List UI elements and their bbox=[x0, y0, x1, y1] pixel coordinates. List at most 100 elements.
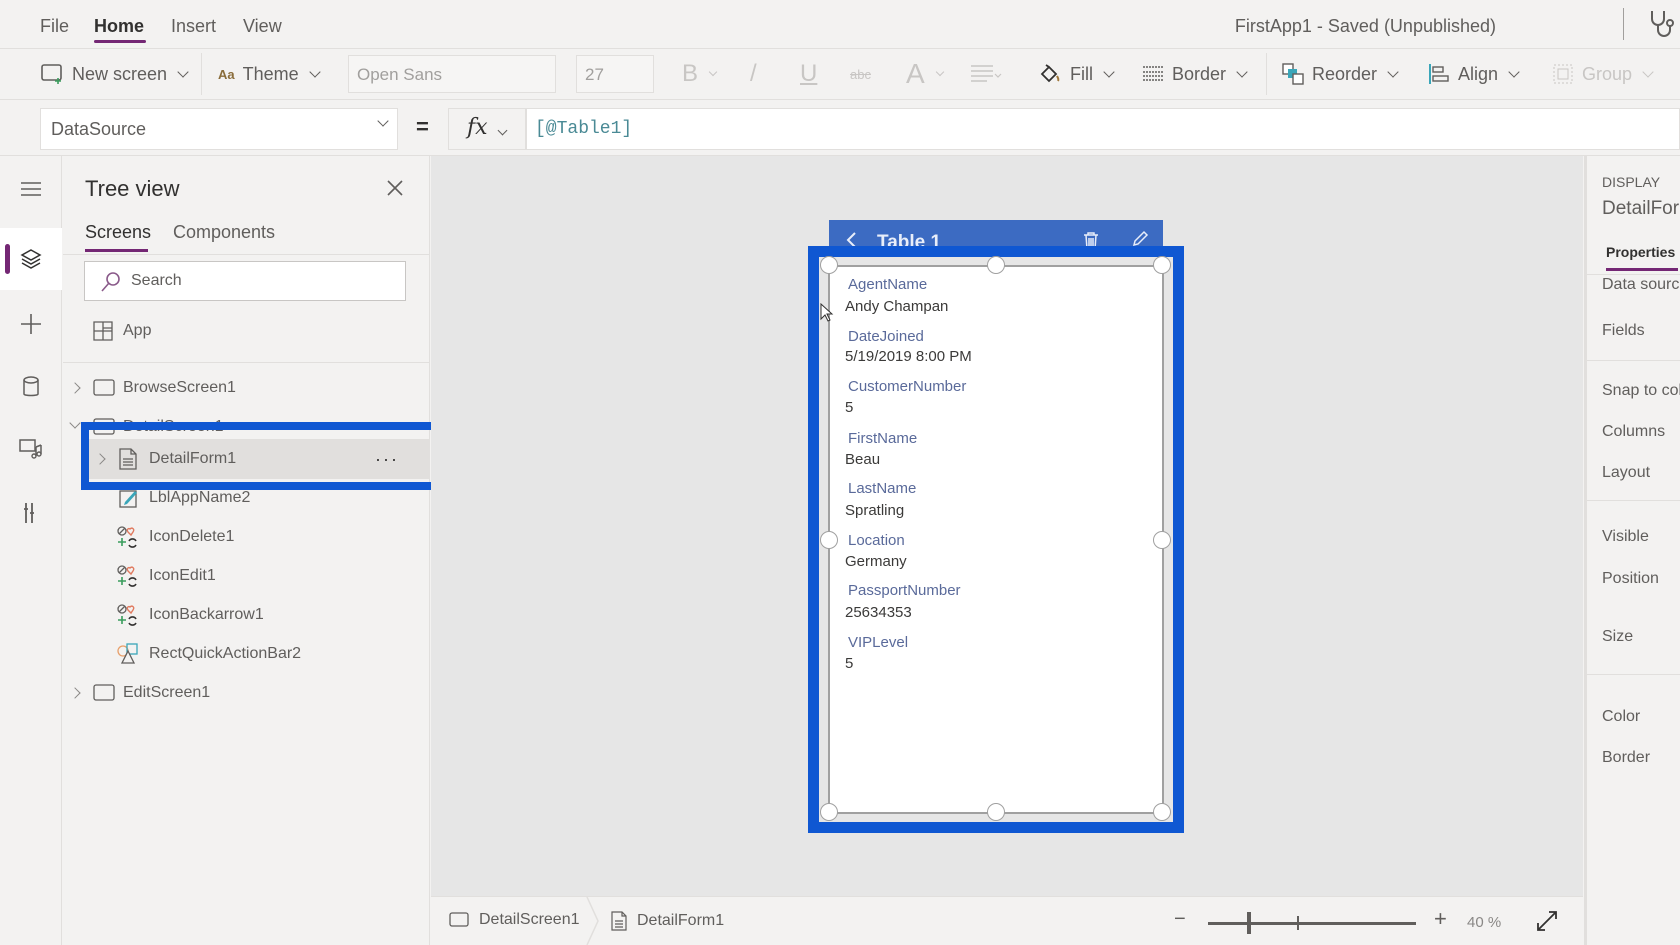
font-family-select[interactable]: Open Sans bbox=[348, 55, 556, 93]
function-button[interactable]: fx bbox=[448, 108, 526, 150]
chevron-down-icon bbox=[1387, 65, 1399, 78]
resize-handle-bottom-left[interactable] bbox=[820, 803, 838, 821]
italic-button[interactable]: / bbox=[750, 49, 757, 99]
chevron-right-icon[interactable] bbox=[69, 382, 81, 394]
group-button[interactable]: Group bbox=[1552, 49, 1654, 99]
tree-item-icondelete1[interactable]: IconDelete1 bbox=[63, 517, 430, 557]
icon-control-icon bbox=[117, 604, 137, 626]
prop-columns[interactable]: Columns bbox=[1602, 423, 1665, 441]
toolbar-divider bbox=[1266, 53, 1267, 95]
border-button[interactable]: Border bbox=[1142, 49, 1248, 99]
border-label: Border bbox=[1172, 63, 1227, 84]
strikethrough-icon: abc bbox=[850, 66, 871, 82]
prop-visible[interactable]: Visible bbox=[1602, 528, 1649, 546]
fit-to-window-icon[interactable] bbox=[1536, 910, 1558, 932]
tree-item-iconbackarrow1[interactable]: IconBackarrow1 bbox=[63, 595, 430, 635]
prop-fields[interactable]: Fields bbox=[1602, 322, 1645, 340]
formula-input[interactable]: [@Table1] bbox=[526, 108, 1680, 150]
tree-view-layers-icon[interactable] bbox=[18, 246, 44, 272]
zoom-out-button[interactable]: − bbox=[1174, 908, 1186, 931]
chevron-down-icon bbox=[708, 67, 718, 76]
breadcrumb-form[interactable]: DetailForm1 bbox=[611, 911, 724, 931]
tree-item-label: BrowseScreen1 bbox=[123, 379, 236, 396]
chevron-down-icon bbox=[1642, 65, 1654, 78]
tree-item-rectquickactionbar2[interactable]: RectQuickActionBar2 bbox=[63, 634, 430, 674]
rail-active-indicator bbox=[5, 244, 10, 274]
form-icon bbox=[611, 911, 627, 931]
menu-home[interactable]: Home bbox=[94, 16, 144, 37]
detail-form[interactable]: AgentName Andy Champan DateJoined 5/19/2… bbox=[828, 265, 1164, 814]
active-tab-indicator bbox=[1606, 268, 1678, 271]
advanced-tools-icon[interactable] bbox=[18, 500, 44, 526]
resize-handle-right[interactable] bbox=[1153, 531, 1171, 549]
zoom-percentage: 40 % bbox=[1467, 914, 1502, 931]
resize-handle-bottom[interactable] bbox=[987, 803, 1005, 821]
new-screen-button[interactable]: New screen bbox=[40, 49, 189, 99]
zoom-slider-track[interactable] bbox=[1208, 922, 1416, 925]
resize-handle-top[interactable] bbox=[987, 256, 1005, 274]
prop-layout[interactable]: Layout bbox=[1602, 464, 1650, 482]
menu-insert[interactable]: Insert bbox=[171, 16, 216, 37]
theme-icon: Aa bbox=[218, 66, 235, 82]
tab-screens[interactable]: Screens bbox=[85, 222, 151, 243]
fill-button[interactable]: Fill bbox=[1038, 49, 1115, 99]
tree-item-app[interactable]: App bbox=[63, 311, 430, 351]
search-placeholder: Search bbox=[131, 272, 182, 289]
tree-item-label: IconDelete1 bbox=[149, 528, 235, 545]
zoom-in-button[interactable]: + bbox=[1434, 906, 1447, 932]
insert-plus-icon[interactable] bbox=[18, 311, 44, 337]
tab-components[interactable]: Components bbox=[173, 222, 275, 243]
divider bbox=[1587, 360, 1680, 361]
menu-view[interactable]: View bbox=[243, 16, 282, 37]
prop-size[interactable]: Size bbox=[1602, 628, 1633, 646]
field-value: Spratling bbox=[845, 502, 905, 519]
font-size-select[interactable]: 27 bbox=[576, 55, 654, 93]
hamburger-menu-icon[interactable] bbox=[18, 176, 44, 202]
zoom-slider-thumb[interactable] bbox=[1247, 912, 1251, 934]
tree-item-editscreen1[interactable]: EditScreen1 bbox=[63, 673, 430, 713]
field-value: Beau bbox=[845, 451, 881, 468]
prop-color[interactable]: Color bbox=[1602, 708, 1640, 726]
bold-button[interactable]: B bbox=[682, 49, 718, 99]
underline-button[interactable]: U bbox=[800, 49, 817, 99]
prop-border[interactable]: Border bbox=[1602, 749, 1650, 767]
resize-handle-bottom-right[interactable] bbox=[1153, 803, 1171, 821]
align-left-icon bbox=[1429, 64, 1449, 84]
tree-search-input[interactable]: Search bbox=[84, 261, 406, 301]
ribbon-toolbar: New screen Aa Theme Open Sans 27 B / U a… bbox=[0, 48, 1680, 100]
app-checker-stethoscope-icon[interactable] bbox=[1648, 8, 1676, 40]
field-label: LastName bbox=[848, 480, 917, 497]
align-label: Align bbox=[1458, 63, 1499, 84]
field-value: Germany bbox=[845, 553, 907, 570]
selected-item-highlight bbox=[81, 422, 443, 490]
breadcrumb-separator bbox=[586, 897, 599, 945]
text-align-button[interactable] bbox=[970, 49, 1004, 99]
media-icon[interactable] bbox=[18, 436, 44, 462]
tab-properties[interactable]: Properties bbox=[1606, 244, 1675, 260]
resize-handle-left[interactable] bbox=[820, 531, 838, 549]
chevron-down-icon bbox=[177, 65, 189, 78]
prop-data-source[interactable]: Data source bbox=[1602, 276, 1680, 294]
data-cylinder-icon[interactable] bbox=[18, 374, 44, 400]
toolbar-divider bbox=[201, 53, 202, 95]
theme-button[interactable]: Aa Theme bbox=[218, 49, 321, 99]
property-dropdown[interactable]: DataSource bbox=[40, 108, 398, 150]
tree-item-iconedit1[interactable]: IconEdit1 bbox=[63, 556, 430, 596]
tree-item-browsescreen1[interactable]: BrowseScreen1 bbox=[63, 368, 430, 408]
breadcrumb-screen[interactable]: DetailScreen1 bbox=[449, 911, 580, 929]
zoom-slider-default-tick bbox=[1297, 916, 1299, 930]
font-color-button[interactable]: A bbox=[906, 49, 944, 99]
prop-snap-to-columns[interactable]: Snap to columns bbox=[1602, 382, 1680, 400]
menu-file[interactable]: File bbox=[40, 16, 69, 37]
chevron-down-icon[interactable] bbox=[69, 417, 81, 429]
theme-label: Theme bbox=[242, 63, 299, 84]
reorder-button[interactable]: Reorder bbox=[1282, 49, 1399, 99]
resize-handle-top-left[interactable] bbox=[820, 256, 838, 274]
prop-position[interactable]: Position bbox=[1602, 570, 1659, 588]
chevron-down-icon bbox=[1236, 65, 1248, 78]
chevron-right-icon[interactable] bbox=[69, 687, 81, 699]
close-icon[interactable] bbox=[385, 178, 405, 198]
resize-handle-top-right[interactable] bbox=[1153, 256, 1171, 274]
strikethrough-button[interactable]: abc bbox=[850, 49, 871, 99]
align-button[interactable]: Align bbox=[1428, 49, 1520, 99]
